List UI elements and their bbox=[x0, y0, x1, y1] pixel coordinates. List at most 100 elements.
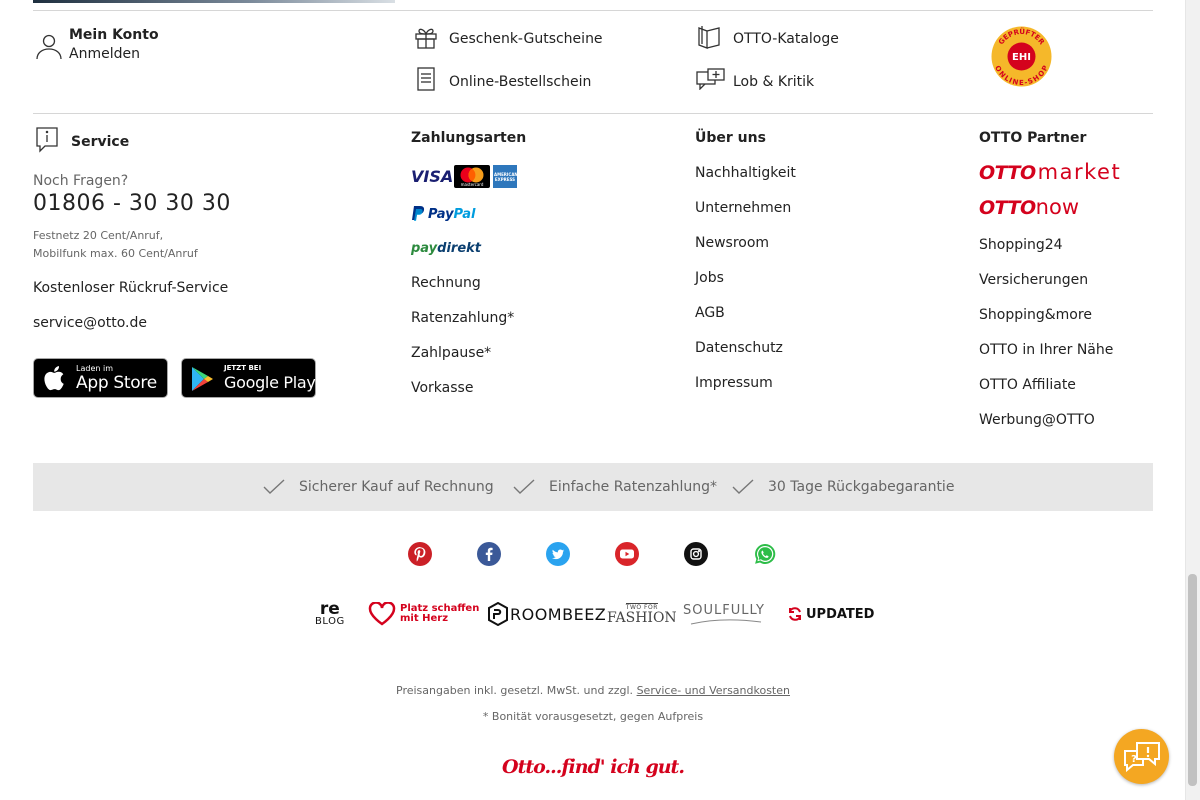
google-play-icon bbox=[191, 366, 215, 396]
paydirekt-direkt: direkt bbox=[437, 241, 482, 256]
amex-logo: AMERICAN EXPRESS bbox=[493, 165, 518, 188]
reblog-re: re bbox=[319, 598, 340, 619]
about-link-sustainability[interactable]: Nachhaltigkeit bbox=[695, 165, 796, 181]
payment-link-invoice[interactable]: Rechnung bbox=[411, 275, 481, 291]
svg-text:?: ? bbox=[1131, 754, 1137, 765]
gift-icon bbox=[414, 25, 438, 49]
pinterest-icon[interactable] bbox=[408, 542, 432, 566]
divider-middle bbox=[33, 113, 1153, 114]
google-play-small-text: JETZT BEI bbox=[224, 364, 262, 372]
app-store-button[interactable]: Laden im App Store bbox=[33, 358, 168, 398]
chat-help-button[interactable]: ? bbox=[1114, 729, 1169, 784]
price-info: Preisangaben inkl. gesetzl. MwSt. und zz… bbox=[0, 684, 1186, 697]
check-icon bbox=[732, 479, 754, 494]
partner-link-insurance[interactable]: Versicherungen bbox=[979, 272, 1088, 288]
order-form-link[interactable]: Online-Bestellschein bbox=[449, 74, 591, 90]
fashion-text: FASHION bbox=[607, 610, 677, 626]
check-icon bbox=[263, 479, 285, 494]
youtube-icon[interactable] bbox=[615, 542, 639, 566]
trust-item-returns: 30 Tage Rückgabegarantie bbox=[732, 463, 954, 511]
slogan-text: Otto...find' ich gut. bbox=[502, 756, 685, 778]
ehi-trust-badge[interactable]: GEPRÜFTER ONLINE-SHOP EHI bbox=[991, 26, 1052, 87]
catalogs-link[interactable]: OTTO-Kataloge bbox=[733, 31, 839, 47]
paypal-icon bbox=[412, 206, 425, 221]
callback-service-link[interactable]: Kostenloser Rückruf-Service bbox=[33, 280, 228, 296]
about-link-imprint[interactable]: Impressum bbox=[695, 375, 773, 391]
payment-link-prepayment[interactable]: Vorkasse bbox=[411, 380, 473, 396]
instagram-icon[interactable] bbox=[684, 542, 708, 566]
footer: Mein Konto Anmelden Geschenk-Gutscheine … bbox=[0, 0, 1186, 800]
service-question: Noch Fragen? bbox=[33, 173, 129, 189]
page-scrollbar[interactable] bbox=[1185, 0, 1200, 800]
apple-icon bbox=[43, 365, 65, 395]
whatsapp-icon[interactable] bbox=[753, 542, 777, 566]
paypal-logo: Pay Pal bbox=[411, 205, 475, 223]
check-icon bbox=[513, 479, 535, 494]
payment-link-installments[interactable]: Ratenzahlung* bbox=[411, 310, 514, 326]
google-play-button[interactable]: JETZT BEI Google Play bbox=[181, 358, 316, 398]
order-form-icon bbox=[416, 67, 436, 91]
banner-image-edge bbox=[33, 0, 395, 3]
account-title[interactable]: Mein Konto bbox=[69, 27, 159, 43]
partner-link-shopping24[interactable]: Shopping24 bbox=[979, 237, 1063, 253]
service-title: Service bbox=[71, 134, 130, 150]
catalog-icon bbox=[697, 25, 723, 49]
paypal-pay: Pay bbox=[428, 206, 454, 222]
mastercard-logo: mastercard bbox=[454, 165, 490, 188]
shipping-costs-link[interactable]: Service- und Versandkosten bbox=[637, 684, 790, 697]
trust-text-returns: 30 Tage Rückgabegarantie bbox=[768, 479, 955, 495]
partner-link-affiliate[interactable]: OTTO Affiliate bbox=[979, 377, 1076, 393]
about-link-privacy[interactable]: Datenschutz bbox=[695, 340, 783, 356]
service-email-link[interactable]: service@otto.de bbox=[33, 315, 147, 331]
roombeez-logo[interactable]: ROOMBEEZ bbox=[487, 598, 606, 630]
soulfully-swoosh bbox=[690, 618, 762, 624]
app-store-big-text: App Store bbox=[76, 373, 157, 393]
ehi-center: EHI bbox=[1012, 52, 1031, 63]
reblog-logo[interactable]: re BLOG bbox=[315, 598, 345, 630]
refresh-icon bbox=[789, 607, 801, 621]
gift-voucher-link[interactable]: Geschenk-Gutscheine bbox=[449, 31, 603, 47]
trust-item-invoice: Sicherer Kauf auf Rechnung bbox=[263, 463, 494, 511]
visa-text: VISA bbox=[411, 167, 454, 186]
facebook-icon[interactable] bbox=[477, 542, 501, 566]
soulfully-logo[interactable]: SOULFULLY bbox=[683, 598, 765, 630]
feedback-link[interactable]: Lob & Kritik bbox=[733, 74, 814, 90]
app-store-small-text: Laden im bbox=[76, 364, 113, 373]
platz-schaffen-logo[interactable]: Platz schaffen mit Herz bbox=[368, 598, 479, 630]
payment-title: Zahlungsarten bbox=[411, 130, 527, 146]
about-link-terms[interactable]: AGB bbox=[695, 305, 725, 321]
soulfully-text: SOULFULLY bbox=[683, 602, 765, 618]
trust-text-installments: Einfache Ratenzahlung* bbox=[549, 479, 718, 495]
about-link-jobs[interactable]: Jobs bbox=[695, 270, 724, 286]
trust-text-invoice: Sicherer Kauf auf Rechnung bbox=[299, 479, 494, 495]
trust-bar: Sicherer Kauf auf Rechnung Einfache Rate… bbox=[33, 463, 1153, 511]
fee-line-2: Mobilfunk max. 60 Cent/Anruf bbox=[33, 247, 198, 260]
partner-link-advertising[interactable]: Werbung@OTTO bbox=[979, 412, 1095, 428]
platz-line-2: mit Herz bbox=[400, 613, 449, 624]
google-play-big-text: Google Play bbox=[224, 373, 316, 392]
about-link-newsroom[interactable]: Newsroom bbox=[695, 235, 769, 251]
divider-top bbox=[33, 10, 1153, 11]
paypal-pal: Pal bbox=[453, 206, 476, 222]
partner-link-shopping-more[interactable]: Shopping&more bbox=[979, 307, 1092, 323]
roombeez-hex-icon bbox=[488, 602, 508, 626]
fee-line-1: Festnetz 20 Cent/Anruf, bbox=[33, 229, 164, 242]
updated-text: UPDATED bbox=[806, 606, 875, 622]
payment-link-pause[interactable]: Zahlpause* bbox=[411, 345, 491, 361]
partner-link-nearby[interactable]: OTTO in Ihrer Nähe bbox=[979, 342, 1113, 358]
login-link[interactable]: Anmelden bbox=[69, 46, 140, 62]
updated-logo[interactable]: UPDATED bbox=[787, 598, 874, 630]
visa-logo: VISA bbox=[411, 165, 453, 188]
otto-market-logo[interactable]: OTTOmarket bbox=[979, 160, 1121, 184]
about-link-company[interactable]: Unternehmen bbox=[695, 200, 791, 216]
user-icon[interactable] bbox=[35, 32, 63, 60]
feedback-icon bbox=[696, 68, 726, 90]
two-for-fashion-logo[interactable]: TWO FOR FASHION bbox=[607, 598, 677, 630]
twitter-icon[interactable] bbox=[546, 542, 570, 566]
scrollbar-thumb[interactable] bbox=[1188, 574, 1197, 786]
otto-now-word: now bbox=[1035, 195, 1080, 219]
otto-market-word: market bbox=[1037, 160, 1122, 184]
service-phone[interactable]: 01806 - 30 30 30 bbox=[33, 191, 231, 216]
otto-now-logo[interactable]: OTTOnow bbox=[979, 195, 1079, 219]
info-icon bbox=[36, 127, 58, 153]
